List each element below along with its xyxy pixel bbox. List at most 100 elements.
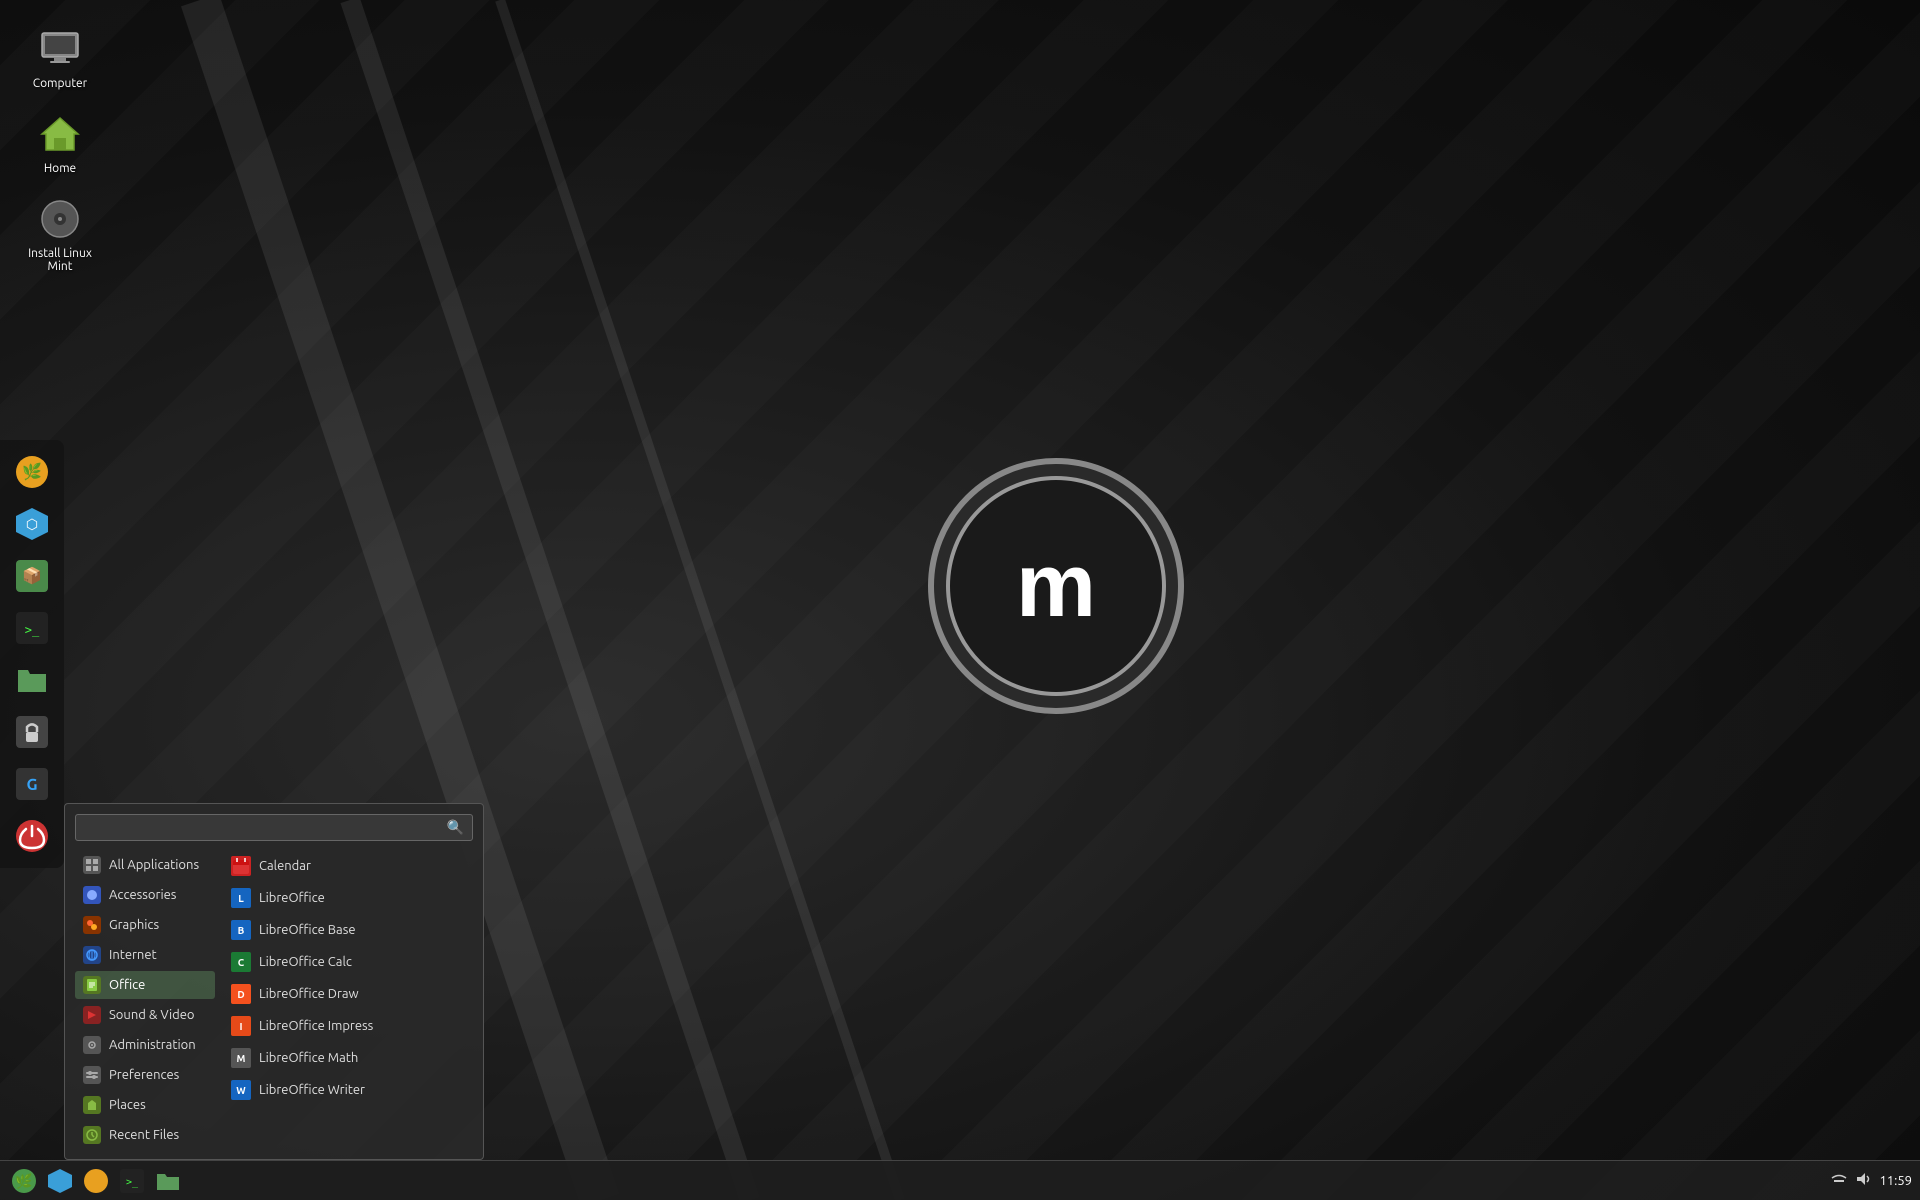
category-places-label: Places — [109, 1098, 146, 1112]
app-libreoffice-writer[interactable]: W LibreOffice Writer — [223, 1075, 473, 1105]
category-places[interactable]: Places — [75, 1091, 215, 1119]
taskbar: 🌿 >_ — [0, 1160, 1920, 1200]
clock: 11:59 — [1879, 1174, 1912, 1188]
category-internet[interactable]: Internet — [75, 941, 215, 969]
libreoffice-writer-app-icon: W — [231, 1080, 251, 1100]
svg-text:L: L — [238, 893, 244, 904]
category-preferences-label: Preferences — [109, 1068, 179, 1082]
dock-software[interactable]: ⬡ — [8, 500, 56, 548]
category-office[interactable]: Office — [75, 971, 215, 999]
svg-text:M: M — [237, 1053, 246, 1064]
category-administration[interactable]: Administration — [75, 1031, 215, 1059]
taskbar-files[interactable] — [152, 1165, 184, 1197]
category-accessories[interactable]: Accessories — [75, 881, 215, 909]
desktop: m Computer — [0, 0, 1920, 1200]
mint-logo: m — [916, 446, 1196, 726]
app-calendar[interactable]: Calendar — [223, 851, 473, 881]
taskbar-mintmenu[interactable] — [80, 1165, 112, 1197]
svg-text:🌿: 🌿 — [15, 1173, 32, 1190]
sound-video-icon — [83, 1006, 101, 1024]
svg-text:G: G — [26, 776, 37, 794]
home-icon — [36, 110, 84, 158]
category-graphics[interactable]: Graphics — [75, 911, 215, 939]
search-bar[interactable]: 🔍 — [75, 814, 473, 841]
sound-tray-icon[interactable] — [1855, 1171, 1871, 1190]
category-office-label: Office — [109, 978, 145, 992]
app-libreoffice-impress[interactable]: I LibreOffice Impress — [223, 1011, 473, 1041]
dock-power[interactable] — [8, 812, 56, 860]
side-dock: 🌿 ⬡ 📦 >_ — [0, 440, 64, 868]
libreoffice-draw-app-icon: D — [231, 984, 251, 1004]
desktop-icons-area: Computer Home Install Linux Mint — [20, 20, 100, 278]
network-tray-icon[interactable] — [1831, 1171, 1847, 1190]
libreoffice-draw-app-label: LibreOffice Draw — [259, 987, 359, 1001]
computer-icon — [36, 25, 84, 73]
svg-text:D: D — [237, 989, 244, 1000]
install-icon — [36, 195, 84, 243]
internet-icon — [83, 946, 101, 964]
recent-icon — [83, 1126, 101, 1144]
category-administration-label: Administration — [109, 1038, 196, 1052]
category-internet-label: Internet — [109, 948, 157, 962]
app-libreoffice-calc[interactable]: C LibreOffice Calc — [223, 947, 473, 977]
search-icon: 🔍 — [447, 819, 464, 836]
taskbar-terminal[interactable]: >_ — [116, 1165, 148, 1197]
desktop-icon-home[interactable]: Home — [20, 105, 100, 180]
category-all-label: All Applications — [109, 858, 199, 872]
desktop-icon-computer[interactable]: Computer — [20, 20, 100, 95]
app-libreoffice[interactable]: L LibreOffice — [223, 883, 473, 913]
libreoffice-base-app-icon: B — [231, 920, 251, 940]
category-recent[interactable]: Recent Files — [75, 1121, 215, 1149]
categories-list: All Applications Accessories Graphics — [75, 851, 215, 1149]
libreoffice-base-app-label: LibreOffice Base — [259, 923, 356, 937]
libreoffice-app-label: LibreOffice — [259, 891, 325, 905]
category-all[interactable]: All Applications — [75, 851, 215, 879]
apps-list: Calendar L LibreOffice B LibreOffice Bas… — [223, 851, 473, 1149]
category-sound-video-label: Sound & Video — [109, 1008, 195, 1022]
svg-text:C: C — [238, 957, 245, 968]
svg-text:⬡: ⬡ — [26, 516, 38, 532]
svg-text:B: B — [238, 925, 245, 936]
dock-synaptic[interactable]: 📦 — [8, 552, 56, 600]
app-menu: 🔍 All Applications Accessories — [64, 803, 484, 1160]
office-icon — [83, 976, 101, 994]
svg-text:I: I — [239, 1021, 242, 1032]
dock-lock[interactable] — [8, 708, 56, 756]
home-icon-label: Home — [44, 162, 76, 175]
libreoffice-impress-app-icon: I — [231, 1016, 251, 1036]
app-libreoffice-base[interactable]: B LibreOffice Base — [223, 915, 473, 945]
dock-grub[interactable]: G — [8, 760, 56, 808]
app-libreoffice-math[interactable]: M LibreOffice Math — [223, 1043, 473, 1073]
svg-text:>_: >_ — [25, 623, 40, 637]
libreoffice-math-app-icon: M — [231, 1048, 251, 1068]
dock-terminal[interactable]: >_ — [8, 604, 56, 652]
svg-text:>_: >_ — [126, 1177, 139, 1188]
preferences-icon — [83, 1066, 101, 1084]
category-preferences[interactable]: Preferences — [75, 1061, 215, 1089]
taskbar-right: 11:59 — [1831, 1171, 1912, 1190]
install-icon-label: Install Linux Mint — [25, 247, 95, 273]
graphics-icon — [83, 916, 101, 934]
libreoffice-calc-app-label: LibreOffice Calc — [259, 955, 352, 969]
dock-mintmenu[interactable]: 🌿 — [8, 448, 56, 496]
taskbar-software[interactable] — [44, 1165, 76, 1197]
svg-text:W: W — [236, 1085, 246, 1096]
dock-files[interactable] — [8, 656, 56, 704]
svg-text:🌿: 🌿 — [22, 462, 42, 481]
taskbar-start[interactable]: 🌿 — [8, 1165, 40, 1197]
accessories-icon — [83, 886, 101, 904]
menu-content: All Applications Accessories Graphics — [75, 851, 473, 1149]
svg-text:m: m — [1016, 536, 1096, 636]
all-icon — [83, 856, 101, 874]
desktop-icon-install[interactable]: Install Linux Mint — [20, 190, 100, 278]
libreoffice-math-app-label: LibreOffice Math — [259, 1051, 358, 1065]
libreoffice-writer-app-label: LibreOffice Writer — [259, 1083, 365, 1097]
taskbar-left: 🌿 >_ — [8, 1165, 184, 1197]
category-recent-label: Recent Files — [109, 1128, 179, 1142]
category-sound-video[interactable]: Sound & Video — [75, 1001, 215, 1029]
svg-text:📦: 📦 — [22, 566, 42, 585]
search-input[interactable] — [84, 820, 447, 835]
libreoffice-calc-app-icon: C — [231, 952, 251, 972]
category-accessories-label: Accessories — [109, 888, 176, 902]
app-libreoffice-draw[interactable]: D LibreOffice Draw — [223, 979, 473, 1009]
